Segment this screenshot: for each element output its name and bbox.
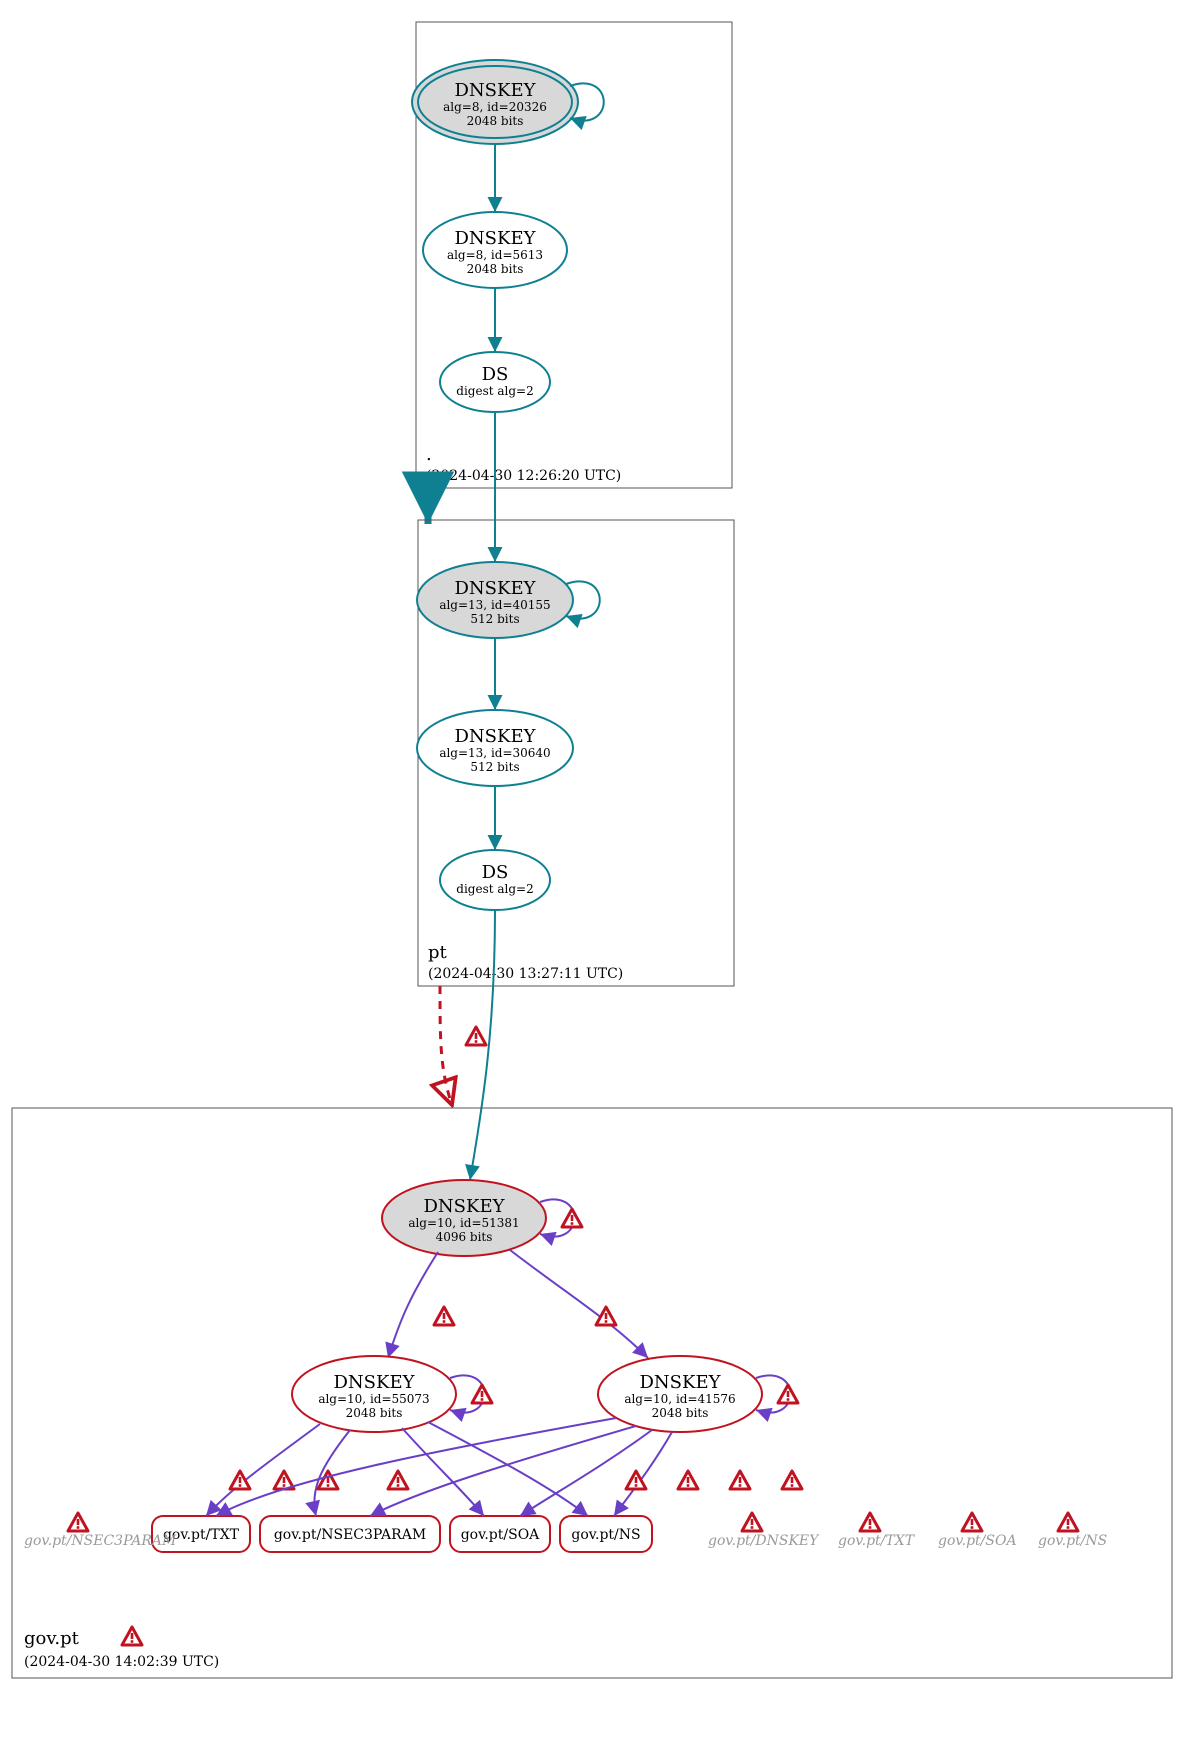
edge-govksk-zsk1 [388, 1252, 438, 1358]
edge-pt-to-govpt-broken [440, 986, 452, 1105]
warn-icon [782, 1471, 802, 1489]
ghost-ns: gov.pt/NS [1038, 1513, 1107, 1549]
warn-icon [388, 1471, 408, 1489]
e-z2-ns [614, 1432, 672, 1516]
zone-govpt-label: gov.pt [24, 1628, 80, 1649]
warn-icon [466, 1027, 486, 1045]
e-z1-txt [206, 1424, 320, 1516]
svg-text:gov.pt/NS: gov.pt/NS [1038, 1533, 1107, 1549]
e-z2-soa [520, 1430, 652, 1516]
rr-nsec3param: gov.pt/NSEC3PARAM [260, 1516, 440, 1552]
e-z1-soa [402, 1428, 484, 1516]
node-gov-zsk2: DNSKEY alg=10, id=41576 2048 bits [598, 1356, 762, 1432]
ghost-dnskey: gov.pt/DNSKEY [708, 1513, 820, 1549]
zone-govpt: gov.pt (2024-04-30 14:02:39 UTC) DNSKEY … [12, 1108, 1172, 1678]
svg-text:DNSKEY: DNSKEY [424, 1196, 506, 1217]
zone-govpt-time: (2024-04-30 14:02:39 UTC) [24, 1654, 219, 1670]
node-root-ds: DS digest alg=2 [440, 352, 550, 412]
node-gov-ksk: DNSKEY alg=10, id=51381 4096 bits [382, 1180, 546, 1256]
svg-text:DS: DS [482, 862, 509, 883]
warn-icon [434, 1307, 454, 1325]
node-root-ksk: DNSKEY alg=8, id=20326 2048 bits [412, 60, 578, 144]
zone-root-time: (2024-04-30 12:26:20 UTC) [426, 468, 621, 484]
svg-text:digest alg=2: digest alg=2 [456, 882, 533, 896]
svg-text:2048 bits: 2048 bits [652, 1406, 709, 1420]
warn-icon [678, 1471, 698, 1489]
svg-text:gov.pt/SOA: gov.pt/SOA [938, 1533, 1017, 1549]
e-z2-txt [216, 1418, 616, 1516]
svg-text:DNSKEY: DNSKEY [334, 1372, 416, 1393]
svg-text:alg=10, id=55073: alg=10, id=55073 [318, 1392, 429, 1406]
svg-text:DNSKEY: DNSKEY [640, 1372, 722, 1393]
zone-root-label: . [426, 444, 432, 465]
svg-text:alg=8, id=20326: alg=8, id=20326 [443, 100, 547, 114]
node-root-zsk: DNSKEY alg=8, id=5613 2048 bits [423, 212, 567, 288]
zone-pt: pt (2024-04-30 13:27:11 UTC) DNSKEY alg=… [417, 412, 734, 986]
svg-text:2048 bits: 2048 bits [346, 1406, 403, 1420]
svg-text:512 bits: 512 bits [470, 760, 519, 774]
warn-icon [472, 1385, 492, 1403]
node-pt-ksk: DNSKEY alg=13, id=40155 512 bits [417, 562, 573, 638]
zone-pt-label: pt [428, 942, 448, 963]
zone-pt-time: (2024-04-30 13:27:11 UTC) [428, 966, 623, 982]
ghost-soa: gov.pt/SOA [938, 1513, 1017, 1549]
warn-icon [562, 1209, 582, 1227]
svg-text:DNSKEY: DNSKEY [455, 726, 537, 747]
svg-text:gov.pt/TXT: gov.pt/TXT [838, 1533, 916, 1549]
svg-text:DNSKEY: DNSKEY [455, 578, 537, 599]
node-gov-zsk1: DNSKEY alg=10, id=55073 2048 bits [292, 1356, 456, 1432]
node-pt-ds: DS digest alg=2 [440, 850, 550, 910]
svg-text:512 bits: 512 bits [470, 612, 519, 626]
warn-icon [122, 1627, 142, 1645]
svg-text:alg=8, id=5613: alg=8, id=5613 [447, 248, 543, 262]
svg-text:gov.pt/NSEC3PARAM: gov.pt/NSEC3PARAM [24, 1533, 177, 1549]
warn-icon [626, 1471, 646, 1489]
ghost-txt: gov.pt/TXT [838, 1513, 916, 1549]
svg-text:alg=13, id=40155: alg=13, id=40155 [439, 598, 550, 612]
svg-text:gov.pt/SOA: gov.pt/SOA [461, 1527, 540, 1543]
svg-text:2048 bits: 2048 bits [467, 114, 524, 128]
svg-text:alg=13, id=30640: alg=13, id=30640 [439, 746, 550, 760]
rr-ns: gov.pt/NS [560, 1516, 652, 1552]
node-pt-zsk: DNSKEY alg=13, id=30640 512 bits [417, 710, 573, 786]
svg-text:digest alg=2: digest alg=2 [456, 384, 533, 398]
svg-text:DNSKEY: DNSKEY [455, 228, 537, 249]
e-z1-ns [428, 1422, 588, 1516]
warn-icon [730, 1471, 750, 1489]
dnssec-diagram: . (2024-04-30 12:26:20 UTC) DNSKEY alg=8… [0, 0, 1184, 1756]
warn-icon [778, 1385, 798, 1403]
svg-text:4096 bits: 4096 bits [436, 1230, 493, 1244]
svg-text:alg=10, id=51381: alg=10, id=51381 [408, 1216, 519, 1230]
zone-root: . (2024-04-30 12:26:20 UTC) DNSKEY alg=8… [412, 22, 732, 488]
svg-text:gov.pt/NSEC3PARAM: gov.pt/NSEC3PARAM [274, 1527, 426, 1543]
svg-text:2048 bits: 2048 bits [467, 262, 524, 276]
edge-govksk-zsk2 [510, 1250, 648, 1358]
svg-text:alg=10, id=41576: alg=10, id=41576 [624, 1392, 735, 1406]
svg-text:gov.pt/NS: gov.pt/NS [571, 1527, 640, 1543]
svg-text:DS: DS [482, 364, 509, 385]
rr-soa: gov.pt/SOA [450, 1516, 550, 1552]
svg-text:gov.pt/DNSKEY: gov.pt/DNSKEY [708, 1533, 820, 1549]
svg-text:DNSKEY: DNSKEY [455, 80, 537, 101]
